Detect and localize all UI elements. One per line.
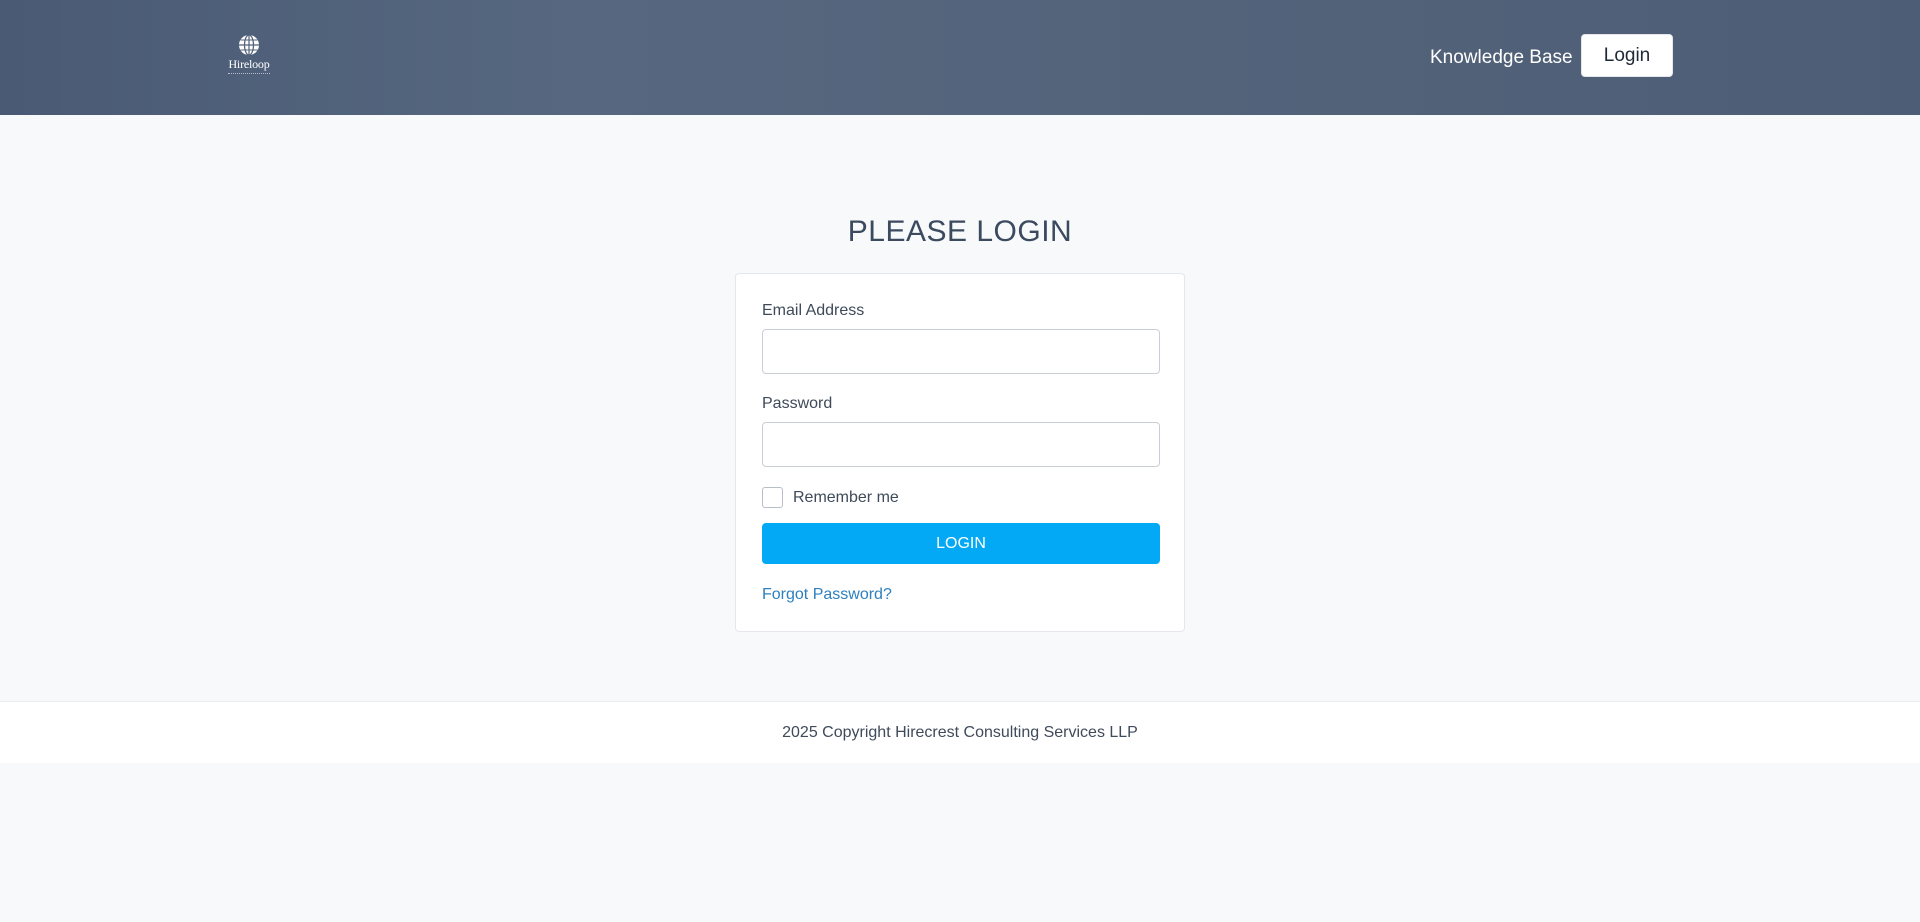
page-footer: 2025 Copyright Hirecrest Consulting Serv… [0, 701, 1920, 763]
brand-logo-tagline [228, 73, 270, 75]
login-card: Email Address Password Remember me LOGIN… [735, 273, 1185, 632]
password-input[interactable] [762, 422, 1160, 467]
page-title: PLEASE LOGIN [847, 215, 1073, 248]
remember-me-label[interactable]: Remember me [793, 488, 899, 508]
top-navbar: Hireloop Knowledge Base Login [0, 0, 1920, 115]
forgot-password-link[interactable]: Forgot Password? [762, 585, 892, 605]
email-input[interactable] [762, 329, 1160, 374]
globe-icon [239, 34, 259, 56]
nav-knowledge-base-link[interactable]: Knowledge Base [1430, 46, 1573, 70]
remember-me-checkbox[interactable] [762, 487, 783, 508]
password-label: Password [762, 395, 833, 412]
login-submit-button[interactable]: LOGIN [762, 523, 1160, 564]
footer-copyright: 2025 Copyright Hirecrest Consulting Serv… [782, 724, 1138, 741]
email-label: Email Address [762, 302, 865, 319]
brand-logo-text: Hireloop [228, 57, 270, 71]
nav-login-button[interactable]: Login [1581, 34, 1673, 77]
brand-logo[interactable]: Hireloop [225, 34, 273, 84]
